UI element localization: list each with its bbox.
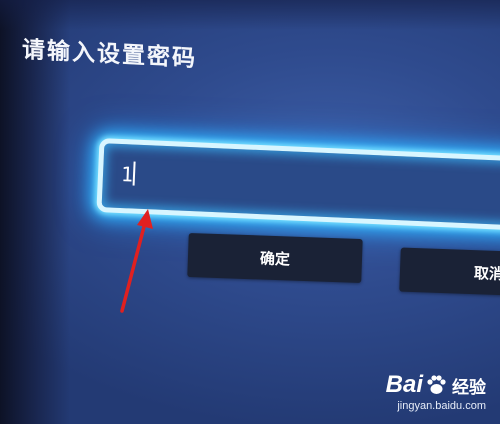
watermark-logo: Bai 经验 — [386, 371, 486, 399]
watermark-brand-suffix: 经验 — [452, 377, 486, 397]
text-cursor — [132, 161, 136, 186]
watermark-brand-prefix: Bai — [385, 371, 423, 398]
screen-vignette-top — [0, 0, 500, 30]
red-arrow-icon — [120, 209, 153, 313]
cancel-button[interactable]: 取消 — [399, 247, 500, 297]
ok-button[interactable]: 确定 — [187, 232, 363, 284]
baidu-paw-icon — [427, 375, 446, 394]
watermark-url: jingyan.baidu.com — [397, 400, 486, 412]
baidu-watermark: Bai 经验 jingyan.baidu.com — [386, 371, 486, 412]
